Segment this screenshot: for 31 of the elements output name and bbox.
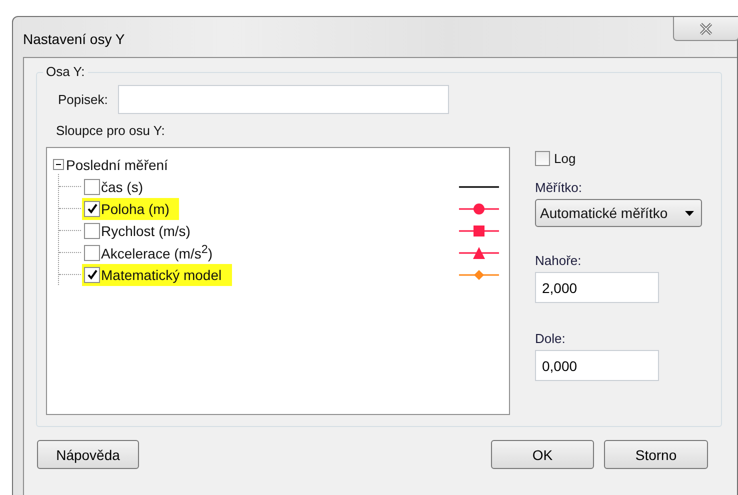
tree-item-label[interactable]: Poloha (m) [100,200,176,218]
ok-button[interactable]: OK [491,440,594,469]
field-label: Popisek: [58,92,108,107]
bottom-input[interactable]: 0,000 [535,350,659,381]
checkbox-label: Log [554,150,576,166]
tree-item-label[interactable]: Akcelerace (m/s$^{2}$) [100,242,219,263]
checkbox[interactable] [84,222,100,238]
top-input[interactable]: 2,000 [535,272,659,303]
checkbox[interactable] [84,178,100,194]
checkbox[interactable] [535,150,550,166]
tree-item-label[interactable]: Matematický model [100,266,228,284]
tree-node[interactable]: Poslední měření [66,156,168,172]
group-title: Osa Y: [43,64,88,79]
window-title: Nastavení osy Y [23,31,125,47]
close-icon [698,22,714,34]
tree-item-label[interactable]: Rychlost (m/s) [100,222,196,240]
field-label: Měřítko: [535,180,583,195]
cancel-button[interactable]: Storno [604,440,708,469]
collapse-toggle[interactable] [53,159,64,170]
dropdown-arrow-icon [685,210,694,216]
tree-item-label[interactable]: čas (s) [100,178,149,196]
section-label: Sloupce pro osu Y: [56,123,165,138]
checkbox[interactable] [84,244,100,260]
scale-dropdown[interactable]: Automatické měřítko [535,199,702,227]
checkbox[interactable] [84,200,100,216]
checkbox[interactable] [84,266,100,282]
field-label: Dole: [535,331,566,346]
label-input[interactable] [118,85,449,114]
close-button[interactable] [673,17,738,41]
help-button[interactable]: Nápověda [37,440,139,469]
field-label: Nahoře: [535,253,582,268]
